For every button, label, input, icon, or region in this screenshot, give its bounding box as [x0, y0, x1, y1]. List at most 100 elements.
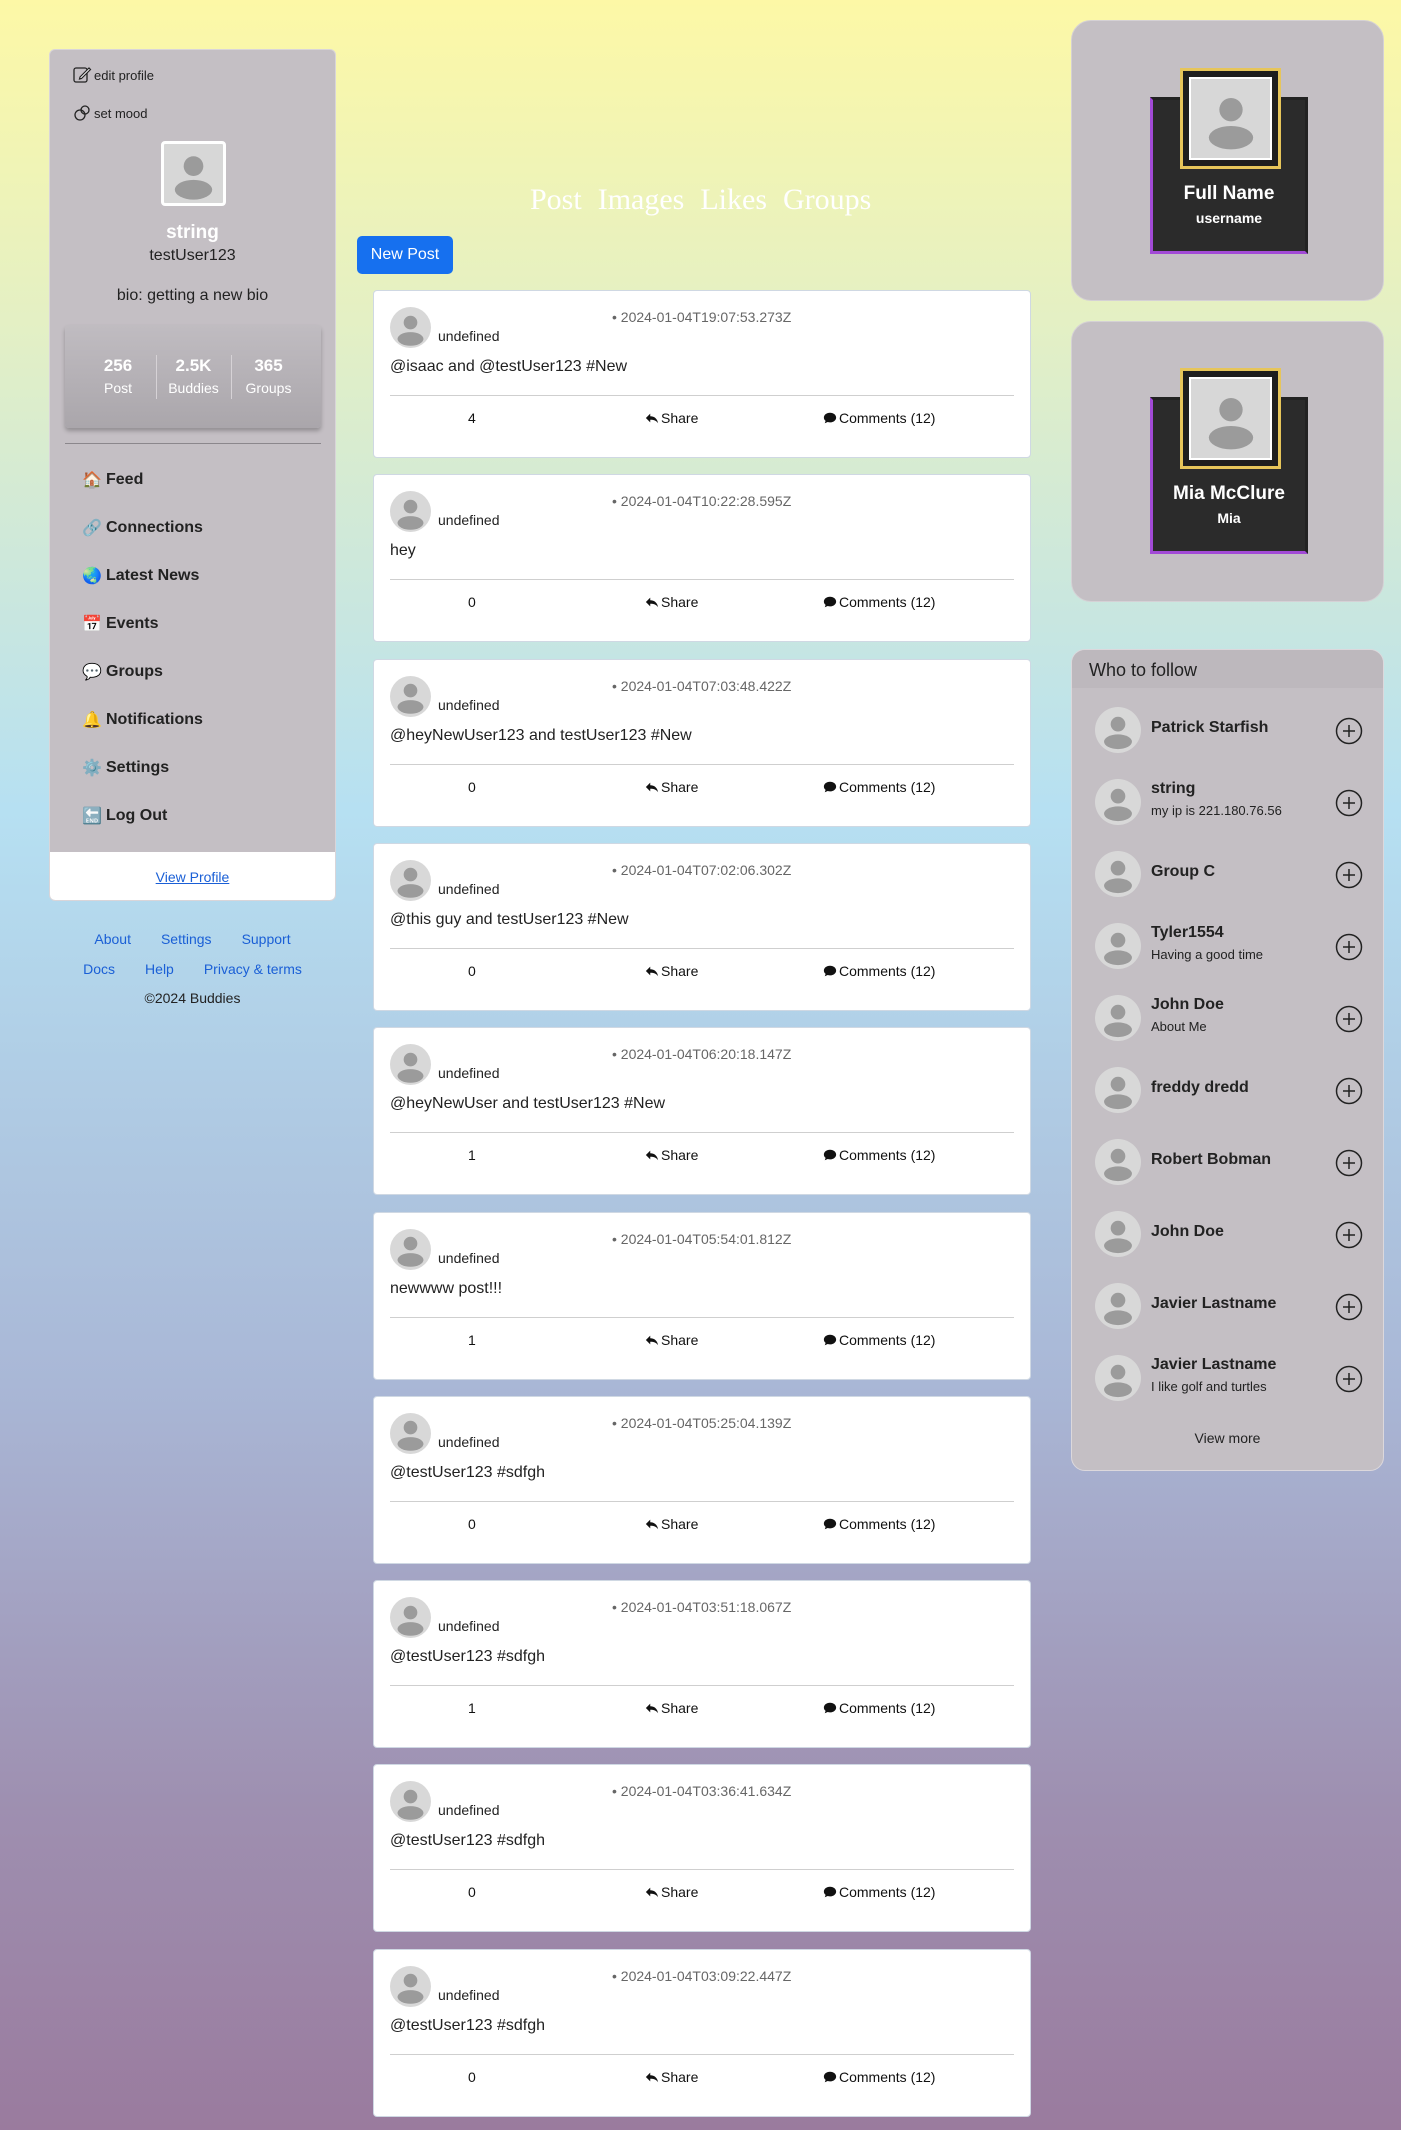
follow-suggestion[interactable]: Javier Lastname I like golf and turtles — [1095, 1353, 1365, 1403]
like-count[interactable]: 0 — [468, 594, 476, 610]
follow-button[interactable] — [1335, 1293, 1363, 1321]
post-avatar[interactable] — [390, 1044, 431, 1086]
comments-button[interactable]: Comments (12) — [823, 1332, 935, 1348]
post-username[interactable]: undefined — [438, 1802, 500, 1818]
share-button[interactable]: Share — [645, 963, 698, 979]
share-button[interactable]: Share — [645, 1700, 698, 1716]
follow-button[interactable] — [1335, 789, 1363, 817]
sidebar-item-connections[interactable]: 🔗 Connections — [82, 518, 203, 538]
post-avatar[interactable] — [390, 1228, 431, 1270]
footer-link-help[interactable]: Help — [145, 961, 174, 977]
post-avatar[interactable] — [390, 859, 431, 901]
share-button[interactable]: Share — [645, 2069, 698, 2085]
like-count[interactable]: 0 — [468, 1884, 476, 1900]
follow-avatar[interactable] — [1095, 1067, 1141, 1113]
follow-suggestion[interactable]: John Doe — [1095, 1209, 1365, 1259]
follow-button[interactable] — [1335, 1005, 1363, 1033]
follow-button[interactable] — [1335, 717, 1363, 745]
tab-post[interactable]: Post — [530, 183, 582, 217]
share-button[interactable]: Share — [645, 594, 698, 610]
share-button[interactable]: Share — [645, 1516, 698, 1532]
like-count[interactable]: 0 — [468, 779, 476, 795]
follow-suggestion[interactable]: Tyler1554 Having a good time — [1095, 921, 1365, 971]
set-mood-button[interactable]: set mood — [72, 103, 147, 123]
new-post-button[interactable]: New Post — [357, 236, 453, 274]
sidebar-item-groups[interactable]: 💬 Groups — [82, 662, 163, 682]
follow-suggestion[interactable]: Patrick Starfish — [1095, 705, 1365, 755]
sidebar-item-feed[interactable]: 🏠 Feed — [82, 470, 143, 490]
comments-button[interactable]: Comments (12) — [823, 594, 935, 610]
post-avatar[interactable] — [390, 675, 431, 717]
view-more-button[interactable]: View more — [1072, 1430, 1383, 1446]
post-username[interactable]: undefined — [438, 1618, 500, 1634]
follow-suggestion[interactable]: John Doe About Me — [1095, 993, 1365, 1043]
edit-profile-button[interactable]: edit profile — [72, 65, 154, 85]
follow-suggestion[interactable]: Javier Lastname — [1095, 1281, 1365, 1331]
follow-suggestion[interactable]: Robert Bobman — [1095, 1137, 1365, 1187]
sidebar-item-latest-news[interactable]: 🌏 Latest News — [82, 566, 199, 586]
follow-avatar[interactable] — [1095, 1211, 1141, 1257]
follow-name[interactable]: Group C — [1151, 863, 1215, 881]
follow-button[interactable] — [1335, 1149, 1363, 1177]
tab-images[interactable]: Images — [598, 183, 685, 217]
follow-button[interactable] — [1335, 1077, 1363, 1105]
like-count[interactable]: 0 — [468, 1516, 476, 1532]
follow-avatar[interactable] — [1095, 1139, 1141, 1185]
follow-suggestion[interactable]: string my ip is 221.180.76.56 — [1095, 777, 1365, 827]
comments-button[interactable]: Comments (12) — [823, 1516, 935, 1532]
follow-button[interactable] — [1335, 1365, 1363, 1393]
comments-button[interactable]: Comments (12) — [823, 1147, 935, 1163]
footer-link-settings[interactable]: Settings — [161, 931, 212, 947]
post-avatar[interactable] — [390, 1781, 431, 1823]
comments-button[interactable]: Comments (12) — [823, 779, 935, 795]
comments-button[interactable]: Comments (12) — [823, 410, 935, 426]
follow-avatar[interactable] — [1095, 707, 1141, 753]
follow-name[interactable]: John Doe — [1151, 996, 1224, 1014]
share-button[interactable]: Share — [645, 1332, 698, 1348]
follow-name[interactable]: Robert Bobman — [1151, 1151, 1271, 1169]
sidebar-item-notifications[interactable]: 🔔 Notifications — [82, 710, 203, 730]
follow-avatar[interactable] — [1095, 995, 1141, 1041]
follow-avatar[interactable] — [1095, 779, 1141, 825]
share-button[interactable]: Share — [645, 410, 698, 426]
sidebar-item-settings[interactable]: ⚙️ Settings — [82, 758, 169, 778]
comments-button[interactable]: Comments (12) — [823, 1700, 935, 1716]
footer-link-docs[interactable]: Docs — [83, 961, 115, 977]
follow-name[interactable]: Javier Lastname — [1151, 1356, 1276, 1374]
follow-name[interactable]: Tyler1554 — [1151, 924, 1224, 942]
tab-likes[interactable]: Likes — [700, 183, 767, 217]
comments-button[interactable]: Comments (12) — [823, 1884, 935, 1900]
follow-name[interactable]: John Doe — [1151, 1223, 1224, 1241]
follow-name[interactable]: freddy dredd — [1151, 1079, 1249, 1097]
post-avatar[interactable] — [390, 1965, 431, 2007]
post-username[interactable]: undefined — [438, 1434, 500, 1450]
share-button[interactable]: Share — [645, 779, 698, 795]
sidebar-item-events[interactable]: 📅 Events — [82, 614, 158, 634]
footer-link-privacy[interactable]: Privacy & terms — [204, 961, 302, 977]
follow-avatar[interactable] — [1095, 1355, 1141, 1401]
post-avatar[interactable] — [390, 1597, 431, 1639]
follow-button[interactable] — [1335, 1221, 1363, 1249]
footer-link-about[interactable]: About — [94, 931, 131, 947]
post-avatar[interactable] — [390, 1412, 431, 1454]
follow-name[interactable]: string — [1151, 780, 1195, 798]
follow-button[interactable] — [1335, 933, 1363, 961]
like-count[interactable]: 4 — [468, 410, 476, 426]
post-username[interactable]: undefined — [438, 328, 500, 344]
view-profile-link[interactable]: View Profile — [156, 869, 230, 885]
follow-suggestion[interactable]: freddy dredd — [1095, 1065, 1365, 1115]
post-username[interactable]: undefined — [438, 1065, 500, 1081]
follow-button[interactable] — [1335, 861, 1363, 889]
follow-name[interactable]: Javier Lastname — [1151, 1295, 1276, 1313]
post-avatar[interactable] — [390, 491, 431, 533]
post-username[interactable]: undefined — [438, 697, 500, 713]
post-username[interactable]: undefined — [438, 1987, 500, 2003]
comments-button[interactable]: Comments (12) — [823, 2069, 935, 2085]
post-username[interactable]: undefined — [438, 881, 500, 897]
share-button[interactable]: Share — [645, 1884, 698, 1900]
share-button[interactable]: Share — [645, 1147, 698, 1163]
comments-button[interactable]: Comments (12) — [823, 963, 935, 979]
like-count[interactable]: 1 — [468, 1332, 476, 1348]
footer-link-support[interactable]: Support — [242, 931, 291, 947]
post-username[interactable]: undefined — [438, 512, 500, 528]
